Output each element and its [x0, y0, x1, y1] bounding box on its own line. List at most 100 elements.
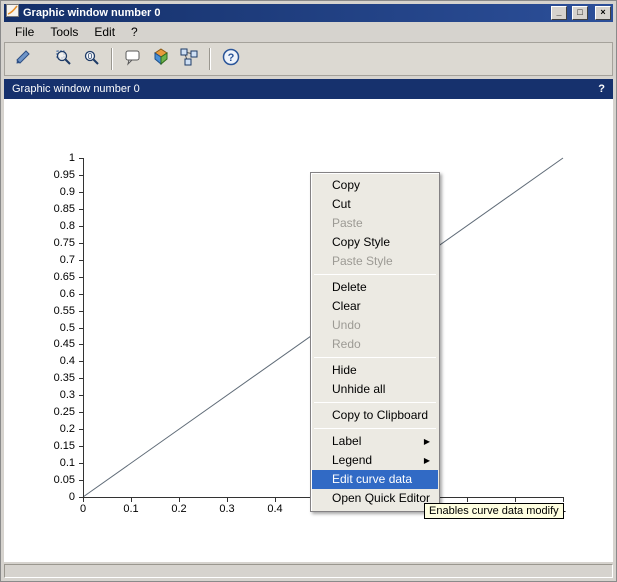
menu-item-file[interactable]: File [8, 24, 41, 40]
context-menu-item-unhide-all[interactable]: Unhide all [312, 380, 438, 399]
context-menu-item-redo: Redo [312, 335, 438, 354]
subheader: Graphic window number 0 ? [4, 79, 613, 99]
y-tick [79, 395, 83, 396]
context-menu-item-legend[interactable]: Legend▶ [312, 451, 438, 470]
context-menu-item-label: Copy to Clipboard [332, 406, 430, 425]
context-menu-item-label: Unhide all [332, 380, 430, 399]
y-tick [79, 175, 83, 176]
y-tick-label: 0.05 [4, 474, 75, 486]
y-tick [79, 277, 83, 278]
context-menu-item-label: Redo [332, 335, 430, 354]
context-menu-item-hide[interactable]: Hide [312, 361, 438, 380]
x-tick [467, 498, 468, 502]
x-tick [131, 498, 132, 502]
zoom-area-icon [53, 47, 73, 72]
context-menu-item-cut[interactable]: Cut [312, 195, 438, 214]
export-button[interactable] [10, 46, 36, 72]
y-tick-label: 0.85 [4, 203, 75, 215]
y-tick-label: 0.6 [4, 288, 75, 300]
y-tick-label: 1 [4, 152, 75, 164]
context-menu-item-open-quick-editor[interactable]: Open Quick Editor [312, 489, 438, 508]
submenu-arrow-icon: ▶ [424, 451, 430, 470]
y-tick [79, 243, 83, 244]
unzoom-button[interactable]: 0 [78, 46, 104, 72]
y-tick [79, 311, 83, 312]
context-menu-item-copy-style[interactable]: Copy Style [312, 233, 438, 252]
y-tick-label: 0.7 [4, 254, 75, 266]
y-tick-label: 0.15 [4, 440, 75, 452]
context-menu-item-label: Hide [332, 361, 430, 380]
x-tick [275, 498, 276, 502]
toolbar: 0 [4, 42, 613, 76]
context-menu-item-edit-curve-data[interactable]: Edit curve data [312, 470, 438, 489]
ged-icon [179, 47, 199, 72]
menu-separator [314, 357, 436, 358]
app-window: Graphic window number 0 _ □ × FileToolsE… [0, 0, 617, 582]
context-menu-item-paste: Paste [312, 214, 438, 233]
tooltip: Enables curve data modify [424, 503, 564, 519]
context-menu-item-delete[interactable]: Delete [312, 278, 438, 297]
y-tick [79, 480, 83, 481]
context-menu-item-label: Paste [332, 214, 430, 233]
y-tick [79, 192, 83, 193]
context-menu-item-label: Copy Style [332, 233, 430, 252]
x-tick-label: 0 [80, 503, 86, 515]
y-tick [79, 260, 83, 261]
svg-text:?: ? [228, 52, 235, 64]
close-button[interactable]: × [595, 6, 611, 20]
y-tick-label: 0.8 [4, 220, 75, 232]
menu-item-help[interactable]: ? [124, 24, 145, 40]
x-tick [179, 498, 180, 502]
y-tick-label: 0.75 [4, 237, 75, 249]
toolbar-separator [209, 48, 211, 70]
context-menu: CopyCutPasteCopy StylePaste StyleDeleteC… [310, 172, 440, 512]
datatip-button[interactable] [120, 46, 146, 72]
context-menu-item-copy[interactable]: Copy [312, 176, 438, 195]
minimize-button[interactable]: _ [551, 6, 567, 20]
x-tick [227, 498, 228, 502]
context-menu-item-label: Copy [332, 176, 430, 195]
y-tick [79, 294, 83, 295]
statusbar [4, 564, 613, 578]
maximize-button[interactable]: □ [572, 6, 588, 20]
subheader-help-button[interactable]: ? [598, 83, 605, 95]
x-tick-label: 0.2 [171, 503, 186, 515]
menu-separator [314, 402, 436, 403]
help-icon: ? [221, 47, 241, 72]
x-tick-label: 0.1 [123, 503, 138, 515]
y-axis-line [83, 158, 84, 498]
context-menu-item-copy-to-clipboard[interactable]: Copy to Clipboard [312, 406, 438, 425]
context-menu-item-label: Edit curve data [332, 470, 430, 489]
context-menu-item-label: Undo [332, 316, 430, 335]
rotation-button[interactable] [148, 46, 174, 72]
ged-button[interactable] [176, 46, 202, 72]
svg-text:0: 0 [88, 52, 93, 61]
context-menu-item-undo: Undo [312, 316, 438, 335]
y-tick-label: 0.5 [4, 322, 75, 334]
y-tick [79, 328, 83, 329]
context-menu-item-label: Clear [332, 297, 430, 316]
menu-item-tools[interactable]: Tools [43, 24, 85, 40]
submenu-arrow-icon: ▶ [424, 432, 430, 451]
titlebar[interactable]: Graphic window number 0 _ □ × [4, 4, 613, 22]
menu-item-edit[interactable]: Edit [87, 24, 122, 40]
datatip-icon [123, 47, 143, 72]
y-tick-label: 0.4 [4, 355, 75, 367]
window-title: Graphic window number 0 [23, 7, 546, 19]
chart-canvas[interactable]: CopyCutPasteCopy StylePaste StyleDeleteC… [4, 99, 613, 562]
context-menu-item-label: Cut [332, 195, 430, 214]
zoom-area-button[interactable] [50, 46, 76, 72]
x-tick [515, 498, 516, 502]
context-menu-item-label: Open Quick Editor [332, 489, 430, 508]
context-menu-item-clear[interactable]: Clear [312, 297, 438, 316]
x-tick [563, 498, 564, 502]
y-tick-label: 0.45 [4, 338, 75, 350]
y-tick [79, 209, 83, 210]
unzoom-icon: 0 [81, 47, 101, 72]
y-tick-label: 0.3 [4, 389, 75, 401]
context-menu-item-label[interactable]: Label▶ [312, 432, 438, 451]
menubar: FileToolsEdit? [4, 22, 613, 42]
context-menu-item-label: Label [332, 432, 424, 451]
y-tick [79, 446, 83, 447]
help-button[interactable]: ? [218, 46, 244, 72]
